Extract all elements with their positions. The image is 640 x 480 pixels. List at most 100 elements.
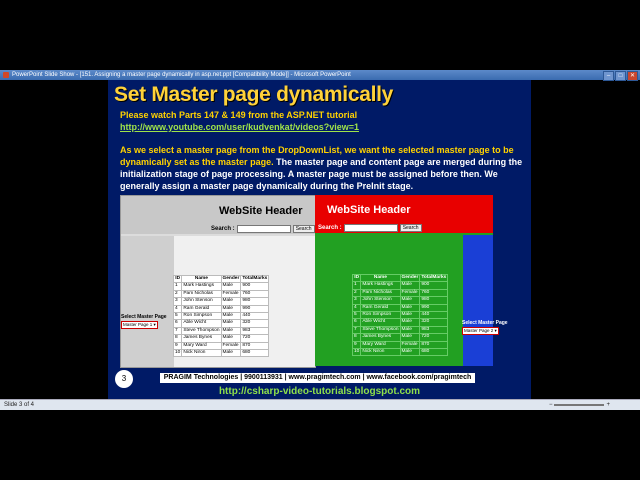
table-cell: 990 [419, 303, 449, 313]
table-cell: 5 [351, 311, 362, 320]
table-cell: 760 [240, 289, 270, 299]
table-row: 10 Nick Niron Male 680 [172, 349, 270, 358]
table-cell: Ram Gerald [181, 304, 222, 314]
table-cell: Pam Nicholas [360, 288, 401, 298]
table-row: 1 Mark Hastings Male 900 [351, 281, 449, 290]
column-header: Gender [399, 273, 421, 283]
table-cell: Male [220, 282, 242, 291]
mock2-side-panel: Select Master Page Master Page 2 ▾ [462, 235, 508, 366]
zoom-out-icon[interactable]: − [549, 400, 553, 410]
youtube-link[interactable]: http://www.youtube.com/user/kudvenkat/vi… [120, 122, 359, 132]
column-header: TotalMarks [419, 273, 449, 283]
table-cell: Mark Hastings [360, 281, 401, 290]
table-cell: 3 [351, 296, 362, 305]
table-cell: Male [399, 303, 421, 313]
table-row: 5 Ron Simpson Male 440 [351, 311, 449, 320]
table-cell: Mark Hastings [181, 282, 222, 291]
table-cell: 870 [419, 340, 449, 350]
table-cell: Ron Simpson [181, 312, 222, 321]
table-cell: 983 [240, 326, 270, 336]
table-row: 6 Able Wicht Male 320 [351, 318, 449, 327]
table-cell: 440 [419, 311, 449, 320]
table-cell: 1 [351, 281, 362, 290]
table-row: 8 James Bynes Male 720 [351, 333, 449, 342]
table-cell: Male [220, 319, 242, 328]
table-cell: Able Wicht [360, 318, 401, 327]
table-cell: 980 [419, 296, 449, 305]
table-cell: 900 [419, 281, 449, 290]
table-cell: 870 [240, 341, 270, 351]
table-cell: Ron Simpson [360, 311, 401, 320]
table-cell: Female [220, 289, 242, 299]
table-cell: 900 [240, 282, 270, 291]
mock2-search-input[interactable] [343, 224, 398, 232]
table-cell: Female [399, 340, 421, 350]
maximize-button[interactable]: □ [615, 71, 626, 81]
column-header: Gender [220, 274, 242, 284]
minimize-button[interactable]: – [603, 71, 614, 81]
table-cell: 9 [172, 341, 183, 351]
window-titlebar: PowerPoint Slide Show - [151. Assigning … [0, 70, 640, 81]
mock1-header: WebSite Header Search : Search [121, 196, 315, 234]
zoom-slider[interactable]: − + [549, 400, 610, 410]
table-cell: Pam Nicholas [181, 289, 222, 299]
column-header: Name [181, 274, 222, 284]
table-row: 2 Pam Nicholas Female 760 [172, 289, 270, 299]
mock2-master-dropdown[interactable]: Master Page 2 ▾ [462, 327, 499, 335]
table-row: 4 Ram Gerald Male 990 [351, 303, 449, 313]
table-cell: 983 [419, 325, 449, 335]
window-controls: – □ ✕ [603, 71, 638, 81]
zoom-in-icon[interactable]: + [606, 400, 610, 410]
table-cell: Able Wicht [181, 319, 222, 328]
table-cell: 990 [240, 304, 270, 314]
table-row: 10 Nick Niron Male 680 [351, 348, 449, 357]
mock2-search-label: Search : [318, 225, 342, 231]
mock2-header: WebSite Header Search : Search [315, 195, 493, 233]
table-cell: Male [399, 296, 421, 305]
window-title: PowerPoint Slide Show - [151. Assigning … [12, 72, 351, 78]
table-cell: 760 [419, 288, 449, 298]
mock2-select-label: Select Master Page [462, 320, 508, 326]
table-cell: Steve Thompson [360, 325, 401, 335]
table-cell: 4 [351, 303, 362, 313]
table-cell: 6 [172, 319, 183, 328]
table-cell: Nick Niron [181, 349, 222, 358]
table-cell: Mary Ward [181, 341, 222, 351]
table-cell: Male [220, 312, 242, 321]
mock2-search-row: Search : Search [318, 224, 422, 232]
mock1-content: ID Name Gender TotalMarks 1 Mark Hastings Male… [172, 236, 315, 367]
table-cell: Female [220, 341, 242, 351]
table-cell: 7 [351, 325, 362, 335]
table-cell: James Bynes [360, 333, 401, 342]
slide[interactable]: Set Master page dynamically Please watch… [108, 80, 531, 399]
slide-paragraph: As we select a master page from the Drop… [120, 144, 525, 192]
table-row: 2 Pam Nicholas Female 760 [351, 288, 449, 298]
mock1-search-button[interactable]: Search [292, 225, 315, 233]
status-bar: Slide 3 of 4 − + [0, 399, 640, 410]
mock-page-master2: WebSite Header Search : Search ID Name Gen… [315, 195, 508, 366]
table-cell: Male [399, 333, 421, 342]
mock1-employee-table: ID Name Gender TotalMarks 1 Mark Hastings Male… [172, 274, 270, 358]
mock2-search-button[interactable]: Search [399, 224, 422, 232]
close-button[interactable]: ✕ [627, 71, 638, 81]
table-cell: Male [399, 281, 421, 290]
table-row: 9 Mary Ward Female 870 [351, 340, 449, 350]
table-cell: 8 [172, 334, 183, 343]
table-cell: 4 [172, 304, 183, 314]
table-row: 9 Mary Ward Female 870 [172, 341, 270, 351]
table-cell: 2 [172, 289, 183, 299]
table-cell: 680 [240, 349, 270, 358]
mock1-search-input[interactable] [236, 225, 291, 233]
table-cell: 3 [172, 297, 183, 306]
mock2-dropdown-value: Master Page 2 [464, 328, 494, 333]
table-cell: Female [399, 288, 421, 298]
zoom-track[interactable] [554, 404, 605, 406]
table-cell: 5 [172, 312, 183, 321]
table-row: 7 Steve Thompson Male 983 [172, 326, 270, 336]
column-header: ID [351, 273, 362, 283]
mock1-search-label: Search : [211, 226, 235, 232]
table-cell: Male [399, 311, 421, 320]
mock1-master-dropdown[interactable]: Master Page 1 ▾ [121, 321, 158, 329]
blog-link[interactable]: http://csharp-video-tutorials.blogspot.c… [108, 386, 531, 397]
mock2-select-box: Select Master Page Master Page 2 ▾ [462, 320, 508, 335]
